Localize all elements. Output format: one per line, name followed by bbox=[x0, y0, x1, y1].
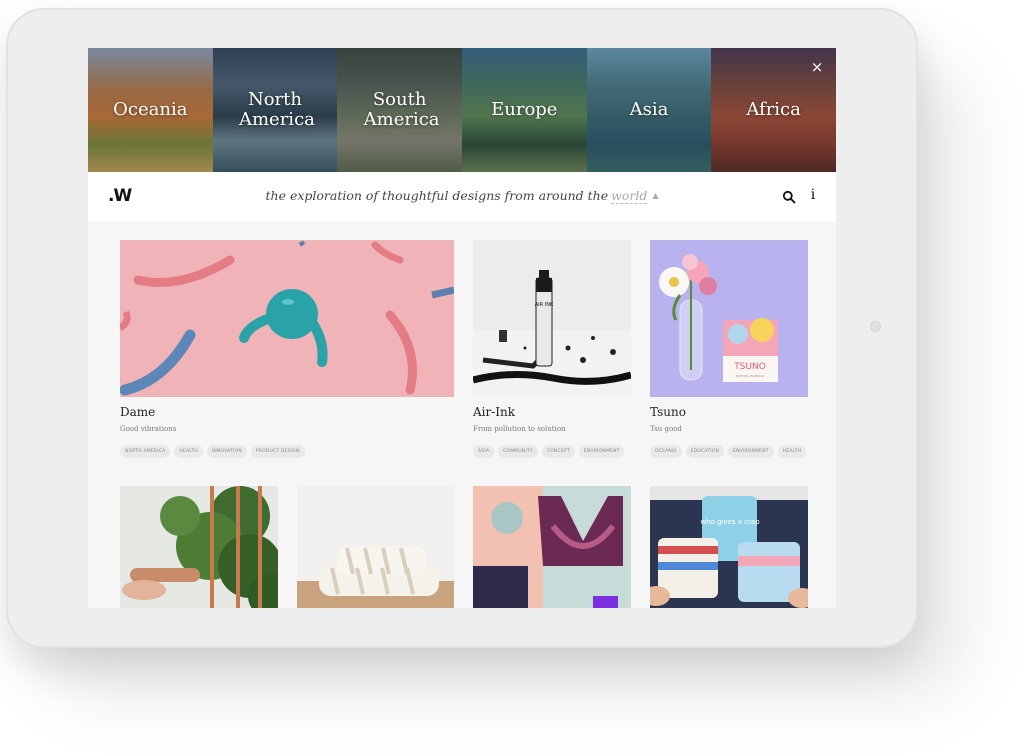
info-icon[interactable]: i bbox=[808, 187, 818, 205]
region-oceania[interactable]: Oceania bbox=[88, 48, 213, 172]
card-subtitle: From pollution to solution bbox=[473, 425, 566, 433]
card-tags: OCEANIA EDUCATION ENVIRONMENT HEALTH bbox=[650, 445, 808, 458]
region-north-america[interactable]: North America bbox=[212, 48, 338, 172]
project-card[interactable] bbox=[120, 486, 278, 608]
close-icon[interactable]: × bbox=[808, 58, 826, 76]
region-asia[interactable]: Asia bbox=[586, 48, 712, 172]
project-card[interactable]: who gives a crap bbox=[650, 486, 808, 608]
region-label: South America bbox=[363, 89, 440, 130]
tag-chip[interactable]: NORTH AMERICA bbox=[120, 445, 171, 458]
toilet-paper-image[interactable]: who gives a crap bbox=[650, 486, 808, 608]
air-ink-image[interactable]: AIR INK bbox=[473, 240, 631, 397]
tag-chip[interactable]: INNOVATION bbox=[206, 445, 247, 458]
tagline-text: the exploration of thoughtful designs fr… bbox=[265, 188, 609, 203]
tsuno-image[interactable]: TSUNO NATURAL BAMBOO bbox=[650, 240, 808, 397]
region-label: Europe bbox=[491, 99, 558, 120]
tag-chip[interactable]: COMMUNITY bbox=[498, 445, 538, 458]
search-icon[interactable] bbox=[782, 190, 796, 204]
dame-image[interactable] bbox=[120, 240, 454, 397]
region-label: Oceania bbox=[113, 99, 188, 120]
card-subtitle: Good vibrations bbox=[120, 425, 177, 433]
region-europe[interactable]: Europe bbox=[461, 48, 587, 172]
pillow-image[interactable] bbox=[297, 486, 454, 608]
tag-chip[interactable]: HEALTH bbox=[777, 445, 807, 458]
tag-chip[interactable]: ENVIRONMENT bbox=[578, 445, 625, 458]
tag-chip[interactable]: CONCEPT bbox=[541, 445, 575, 458]
tag-chip[interactable]: OCEANIA bbox=[650, 445, 682, 458]
project-card[interactable]: TSUNO NATURAL BAMBOO Tsuno Tsu good OCEA… bbox=[650, 240, 808, 458]
tag-chip[interactable]: ASIA bbox=[473, 445, 495, 458]
card-tags: NORTH AMERICA HEALTH INNOVATION PRODUCT … bbox=[120, 445, 454, 458]
project-card[interactable] bbox=[297, 486, 454, 608]
tag-chip[interactable]: HEALTH bbox=[174, 445, 203, 458]
site-header: .W the exploration of thoughtful designs… bbox=[88, 172, 836, 222]
tag-chip[interactable]: PRODUCT DESIGN bbox=[250, 445, 305, 458]
card-title[interactable]: Dame bbox=[120, 405, 454, 419]
tsuno-box-label: TSUNO bbox=[733, 362, 766, 372]
tag-chip[interactable]: ENVIRONMENT bbox=[728, 445, 774, 458]
region-label: Asia bbox=[629, 99, 669, 120]
site-tagline: the exploration of thoughtful designs fr… bbox=[88, 188, 836, 204]
home-button bbox=[870, 321, 881, 332]
region-label: North America bbox=[238, 89, 315, 130]
roll-label: who gives a crap bbox=[700, 518, 760, 526]
bottle-label: AIR INK bbox=[535, 302, 554, 308]
app-screen: Oceania North America South America Euro… bbox=[88, 48, 836, 608]
card-subtitle: Tsu good bbox=[650, 425, 682, 433]
project-card[interactable]: Dame Good vibrations NORTH AMERICA HEALT… bbox=[120, 240, 454, 458]
project-card[interactable]: AIR INK Air-Ink From pollution to soluti… bbox=[473, 240, 631, 458]
region-banner: Oceania North America South America Euro… bbox=[88, 48, 836, 172]
region-label: Africa bbox=[746, 99, 801, 120]
region-selector-link[interactable]: world bbox=[611, 188, 648, 204]
tsuno-box-sublabel: NATURAL BAMBOO bbox=[736, 374, 765, 378]
tag-chip[interactable]: EDUCATION bbox=[685, 445, 725, 458]
card-tags: ASIA COMMUNITY CONCEPT ENVIRONMENT bbox=[473, 445, 631, 458]
card-title[interactable]: Air-Ink bbox=[473, 405, 631, 419]
region-south-america[interactable]: South America bbox=[337, 48, 462, 172]
bra-image[interactable] bbox=[473, 486, 631, 608]
project-card[interactable] bbox=[473, 486, 631, 608]
card-title[interactable]: Tsuno bbox=[650, 405, 808, 419]
plant-image[interactable] bbox=[120, 486, 278, 608]
caret-up-icon[interactable]: ▲ bbox=[652, 191, 658, 200]
